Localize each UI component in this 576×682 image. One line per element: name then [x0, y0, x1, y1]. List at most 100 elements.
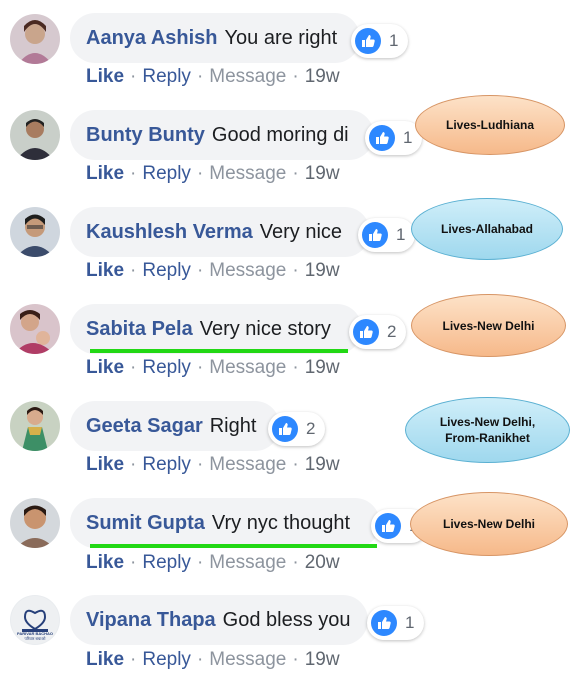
reply-link[interactable]: Reply	[142, 649, 191, 671]
like-thumb-icon	[272, 416, 298, 442]
timestamp[interactable]: 19w	[305, 357, 340, 379]
comment-bubble: Kaushlesh Verma Very nice	[70, 207, 370, 257]
timestamp[interactable]: 19w	[305, 649, 340, 671]
comment-actions: Like · Reply · Message · 19w	[86, 356, 340, 380]
like-thumb-icon	[355, 28, 381, 54]
comment-actions: Like · Reply · Message · 19w	[86, 162, 340, 186]
avatar[interactable]	[10, 207, 60, 257]
reply-link[interactable]: Reply	[142, 66, 191, 88]
reply-link[interactable]: Reply	[142, 454, 191, 476]
separator: ·	[292, 66, 299, 87]
reaction-count[interactable]: 1	[351, 24, 409, 58]
comment-text: God bless you	[222, 608, 351, 631]
timestamp[interactable]: 19w	[305, 260, 340, 282]
message-link[interactable]: Message	[209, 454, 286, 476]
avatar[interactable]: PARIVAR BACHAO परिवार बचाओ	[10, 595, 60, 645]
message-link[interactable]: Message	[209, 260, 286, 282]
comment-actions: Like · Reply · Message · 20w	[86, 551, 340, 575]
comment-author[interactable]: Bunty Bunty	[86, 124, 205, 147]
annotation-ellipse: Lives-Allahabad	[411, 198, 563, 260]
reply-link[interactable]: Reply	[142, 357, 191, 379]
timestamp[interactable]: 19w	[305, 163, 340, 185]
separator: ·	[196, 163, 204, 184]
comment-text: Right	[209, 414, 257, 437]
separator: ·	[292, 163, 299, 184]
comment-bubble: Geeta Sagar Right	[70, 401, 280, 451]
annotation-ellipse: Lives-New Delhi	[410, 492, 568, 556]
separator: ·	[196, 552, 204, 573]
separator: ·	[292, 260, 299, 281]
like-link[interactable]: Like	[86, 454, 124, 476]
annotation-ellipse: Lives-New Delhi, From-Ranikhet	[405, 397, 570, 463]
comment-author[interactable]: Geeta Sagar	[86, 415, 203, 438]
reaction-number: 2	[387, 322, 397, 341]
reaction-count[interactable]: 1	[367, 606, 425, 640]
timestamp[interactable]: 19w	[305, 66, 340, 88]
separator: ·	[130, 163, 137, 184]
annotation-ellipse: Lives-Ludhiana	[415, 95, 565, 155]
comment-text: You are right	[224, 26, 338, 49]
like-link[interactable]: Like	[86, 649, 124, 671]
avatar[interactable]	[10, 401, 60, 451]
separator: ·	[130, 66, 137, 87]
comment-author[interactable]: Vipana Thapa	[86, 609, 216, 632]
reply-link[interactable]: Reply	[142, 260, 191, 282]
message-link[interactable]: Message	[209, 163, 286, 185]
separator: ·	[130, 260, 137, 281]
like-link[interactable]: Like	[86, 357, 124, 379]
reaction-count[interactable]: 2	[268, 412, 326, 446]
like-thumb-icon	[362, 222, 388, 248]
annotation-text: Lives-Ludhiana	[445, 118, 534, 132]
comment-text: Very nice story	[199, 317, 331, 340]
comment-text: Very nice	[259, 220, 343, 243]
reaction-number: 1	[403, 128, 413, 147]
comment-bubble: Aanya Ashish You are right	[70, 13, 360, 63]
like-thumb-icon	[353, 319, 379, 345]
reaction-count[interactable]: 1	[358, 218, 416, 252]
timestamp[interactable]: 19w	[305, 454, 340, 476]
message-link[interactable]: Message	[209, 66, 286, 88]
comment-author[interactable]: Aanya Ashish	[86, 27, 218, 50]
annotation-text: Lives-New Delhi	[442, 517, 536, 531]
avatar[interactable]	[10, 304, 60, 354]
like-thumb-icon	[369, 125, 395, 151]
comment-bubble: Sabita Pela Very nice story	[70, 304, 362, 354]
annotation-text: From-Ranikhet	[445, 431, 530, 445]
comment-text: Vry nyc thought	[211, 511, 351, 534]
reaction-count[interactable]: 1	[365, 121, 423, 155]
avatar[interactable]	[10, 14, 60, 64]
logo-text-hindi: परिवार बचाओ	[24, 636, 46, 641]
avatar[interactable]	[10, 498, 60, 548]
highlight-underline	[90, 349, 348, 353]
comment-actions: Like · Reply · Message · 19w	[86, 648, 340, 672]
reaction-number: 2	[306, 419, 316, 438]
separator: ·	[130, 649, 137, 670]
like-link[interactable]: Like	[86, 163, 124, 185]
separator: ·	[292, 454, 299, 475]
timestamp[interactable]: 20w	[305, 552, 340, 574]
separator: ·	[196, 66, 204, 87]
like-link[interactable]: Like	[86, 66, 124, 88]
comment-author[interactable]: Kaushlesh Verma	[86, 221, 253, 244]
reaction-number: 1	[396, 225, 406, 244]
like-link[interactable]: Like	[86, 552, 124, 574]
highlight-underline	[90, 544, 377, 548]
message-link[interactable]: Message	[209, 357, 286, 379]
message-link[interactable]: Message	[209, 649, 286, 671]
separator: ·	[130, 357, 137, 378]
comment-bubble: Vipana Thapa God bless you	[70, 595, 368, 645]
separator: ·	[292, 649, 299, 670]
separator: ·	[130, 552, 137, 573]
like-link[interactable]: Like	[86, 260, 124, 282]
annotation-text: Lives-Allahabad	[440, 222, 534, 236]
separator: ·	[196, 357, 204, 378]
reply-link[interactable]: Reply	[142, 552, 191, 574]
like-thumb-icon	[371, 610, 397, 636]
comment-author[interactable]: Sumit Gupta	[86, 512, 205, 535]
comment-author[interactable]: Sabita Pela	[86, 318, 193, 341]
avatar[interactable]	[10, 110, 60, 160]
message-link[interactable]: Message	[209, 552, 286, 574]
reaction-count[interactable]: 2	[349, 315, 407, 349]
comment-actions: Like · Reply · Message · 19w	[86, 453, 340, 477]
reply-link[interactable]: Reply	[142, 163, 191, 185]
